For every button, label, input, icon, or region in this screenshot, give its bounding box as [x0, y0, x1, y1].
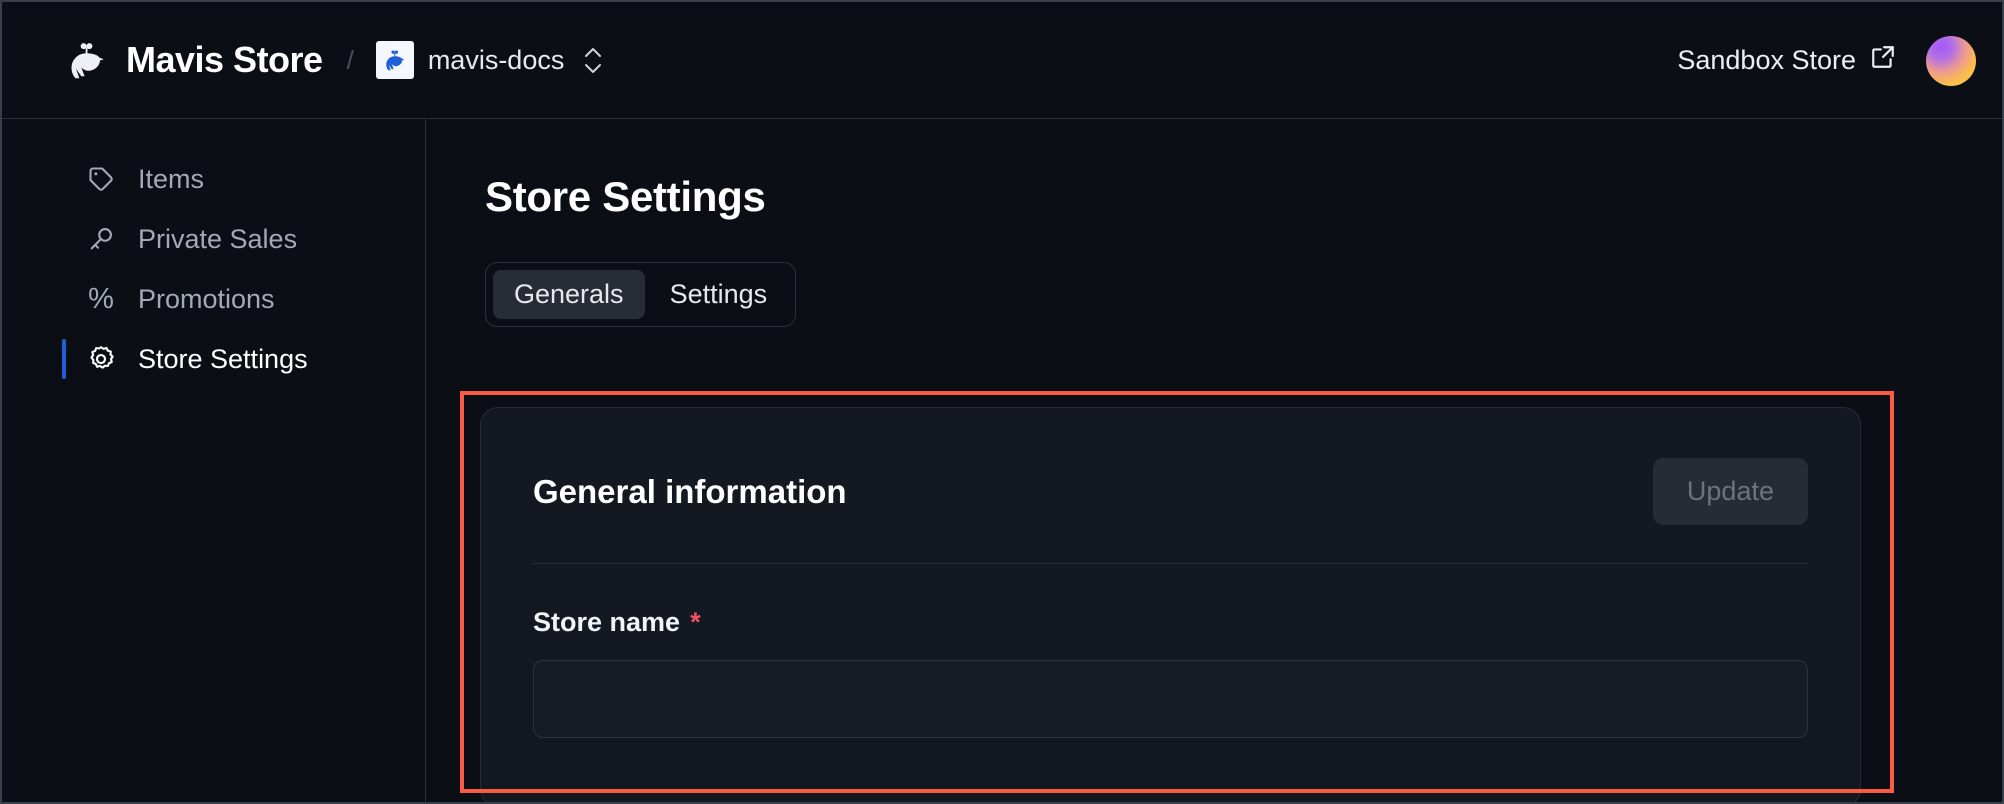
brand-name: Mavis Store	[126, 39, 323, 80]
user-avatar[interactable]	[1926, 35, 1976, 86]
active-indicator-bar	[62, 339, 66, 379]
header-right-group: Sandbox Store	[1677, 2, 1976, 119]
sidebar-item-label: Private Sales	[138, 223, 298, 254]
app-window: Mavis Store / mavis-docs Sandbox Store I…	[0, 0, 2004, 804]
store-switcher[interactable]: mavis-docs	[375, 41, 603, 79]
tag-icon	[86, 164, 116, 194]
card-header: General information Update	[481, 408, 1860, 525]
sidebar-nav: Items Private Sales % Promotions Store S…	[2, 119, 426, 802]
card-title: General information	[533, 472, 847, 510]
breadcrumb-separator: /	[346, 44, 354, 75]
field-label-text: Store name	[533, 607, 681, 637]
brand-home-link[interactable]: Mavis Store	[64, 37, 323, 83]
store-name-label: Store name *	[533, 607, 1808, 638]
sidebar-item-label: Items	[138, 163, 205, 194]
sidebar-item-private-sales[interactable]: Private Sales	[2, 209, 425, 269]
store-name-label: mavis-docs	[427, 44, 565, 75]
tab-settings[interactable]: Settings	[649, 270, 789, 319]
sandbox-store-label: Sandbox Store	[1677, 45, 1856, 75]
tab-bar: Generals Settings	[485, 262, 797, 327]
tab-generals[interactable]: Generals	[493, 270, 645, 319]
update-button[interactable]: Update	[1652, 458, 1808, 525]
sidebar-item-label: Promotions	[138, 283, 275, 314]
mavis-bird-logo-icon	[64, 37, 110, 83]
sandbox-store-link[interactable]: Sandbox Store	[1677, 44, 1896, 77]
percent-icon: %	[88, 282, 114, 315]
external-link-icon	[1870, 44, 1896, 77]
sidebar-item-items[interactable]: Items	[2, 149, 425, 209]
store-name-field-group: Store name *	[481, 564, 1860, 738]
store-name-input[interactable]	[533, 660, 1808, 738]
chevron-up-down-icon[interactable]	[584, 47, 602, 74]
top-header: Mavis Store / mavis-docs Sandbox Store	[2, 2, 2002, 119]
store-avatar-icon	[375, 41, 414, 79]
sidebar-item-label: Store Settings	[138, 343, 308, 374]
page-title: Store Settings	[485, 173, 766, 220]
sidebar-item-store-settings[interactable]: Store Settings	[2, 329, 425, 389]
required-asterisk: *	[690, 607, 701, 637]
general-information-card: General information Update Store name *	[480, 407, 1861, 802]
key-icon	[86, 224, 116, 254]
sidebar-item-promotions[interactable]: % Promotions	[2, 269, 425, 329]
gear-icon	[86, 344, 116, 374]
